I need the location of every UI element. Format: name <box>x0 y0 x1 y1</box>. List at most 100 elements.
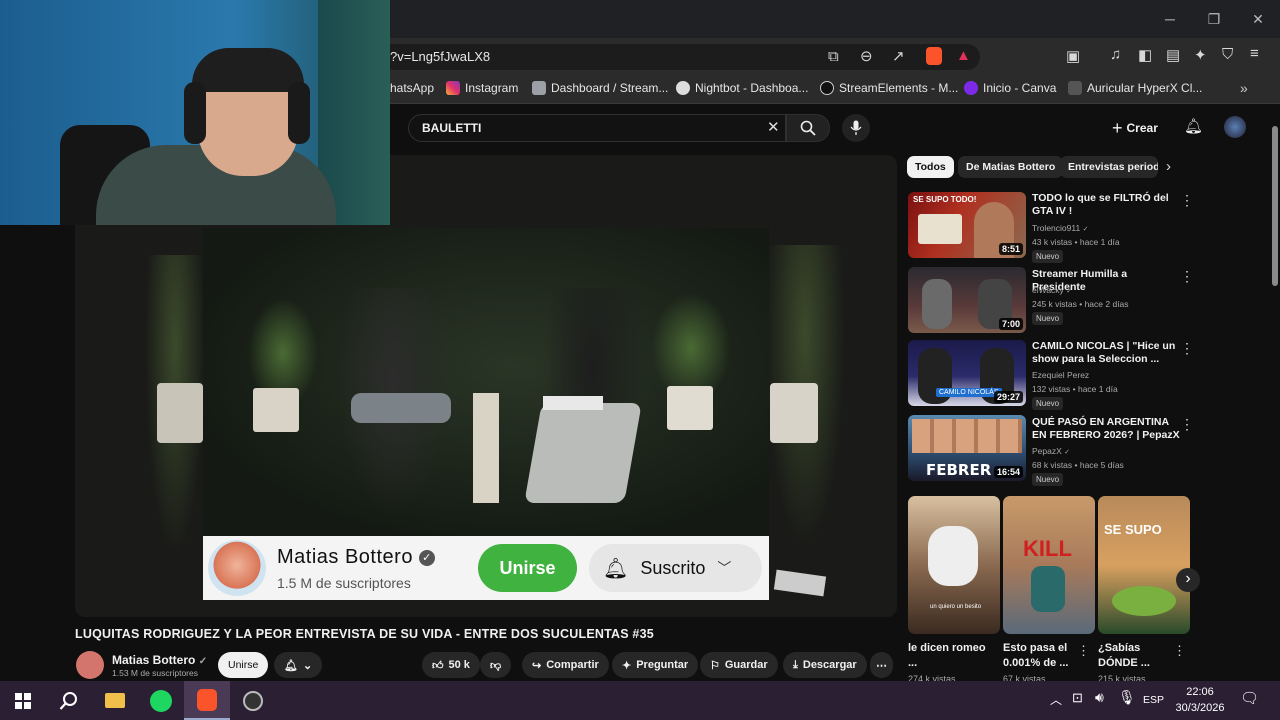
share-icon: ↪ <box>532 659 542 672</box>
gta-logo-icon <box>918 214 962 244</box>
scrollbar-thumb[interactable] <box>1272 126 1278 286</box>
dislike-button[interactable]: 👎︎ <box>480 652 512 678</box>
menu-icon[interactable]: ≡ <box>1250 45 1259 62</box>
folder-icon <box>105 693 125 708</box>
obs-taskbar-button[interactable] <box>230 681 276 720</box>
video-thumbnail[interactable]: SE SUPO TODO! 8:51 <box>908 192 1026 258</box>
ask-button[interactable]: ✦ Preguntar <box>612 652 699 678</box>
start-button[interactable] <box>0 681 46 720</box>
short-title[interactable]: Esto pasa el 0.001% de ... <box>1003 641 1075 671</box>
video-title: LUQUITAS RODRIGUEZ Y LA PEOR ENTREVISTA … <box>75 627 654 641</box>
brave-rewards-icon[interactable]: ▲ <box>956 47 971 64</box>
brave-taskbar-button[interactable] <box>184 681 230 720</box>
system-clock[interactable]: 22:06 30/3/2026 <box>1172 684 1228 716</box>
close-window-button[interactable]: ✕ <box>1236 0 1280 38</box>
search-value[interactable]: BAULETTI <box>422 121 481 135</box>
microphone-icon[interactable]: 🎙︎ <box>1118 689 1136 706</box>
video-channel[interactable]: PepazX ✓ <box>1032 446 1070 456</box>
chip-from-channel[interactable]: De Matias Bottero <box>958 156 1064 178</box>
music-icon[interactable]: ♫ <box>1110 46 1121 63</box>
paper-decoration <box>773 569 827 597</box>
canva-icon <box>964 81 978 95</box>
bookmark-nightbot[interactable]: Nightbot - Dashboa... <box>676 81 808 95</box>
save-button[interactable]: ⚐ Guardar <box>700 652 778 678</box>
new-badge: Nuevo <box>1032 250 1064 263</box>
account-avatar[interactable] <box>1224 116 1246 138</box>
faces-collage <box>912 419 1022 453</box>
bookmark-hyperx[interactable]: Auricular HyperX Cl... <box>1068 81 1202 95</box>
video-thumbnail[interactable]: CAMILO NICOLÁS 29:27 <box>908 340 1026 406</box>
plus-icon: + <box>1112 117 1123 138</box>
verified-icon: ✓ <box>1082 226 1089 233</box>
more-bookmarks-icon[interactable]: » <box>1240 80 1248 96</box>
bookmark-streamelements[interactable]: StreamElements - M... <box>820 81 958 95</box>
chip-all[interactable]: Todos <box>907 156 954 178</box>
short-thumbnail[interactable]: KILL <box>1003 496 1095 634</box>
notifications-bell-icon[interactable]: 🔔︎ <box>1184 117 1203 135</box>
short-title[interactable]: ¿Sabías DÓNDE ... <box>1098 641 1170 671</box>
bookmark-dashboard-stream[interactable]: Dashboard / Stream... <box>532 81 668 95</box>
search-taskbar-button[interactable] <box>46 681 92 720</box>
video-channel[interactable]: Trolencio911 ✓ <box>1032 223 1088 233</box>
video-meta: 43 k vistas • hace 1 día <box>1032 237 1120 247</box>
bookmark-canva[interactable]: Inicio - Canva <box>964 81 1056 95</box>
language-indicator[interactable]: ESP <box>1143 694 1164 706</box>
leo-ai-icon[interactable]: ✦ <box>1194 46 1207 64</box>
sidebar-icon[interactable]: ▣ <box>1066 47 1080 65</box>
voice-search-button[interactable] <box>842 114 870 142</box>
minimize-button[interactable]: ─ <box>1148 0 1192 38</box>
short-thumbnail[interactable]: SE SUPO <box>1098 496 1190 634</box>
chip-interviews[interactable]: Entrevistas period <box>1060 156 1158 178</box>
video-thumbnail[interactable]: 7:00 <box>908 267 1026 333</box>
shorts-next-icon[interactable]: › <box>1176 568 1200 592</box>
url-text[interactable]: ?v=Lng5fJwaLX8 <box>390 49 490 64</box>
notification-center-icon[interactable]: 🗨︎ <box>1240 689 1259 707</box>
cast-icon[interactable]: ⧉ <box>828 48 839 65</box>
channel-name[interactable]: Matias Bottero ✓ <box>112 653 207 667</box>
video-thumbnail[interactable]: FEBRER 16:54 <box>908 415 1026 481</box>
vpn-icon[interactable]: ⛉ <box>1222 46 1233 63</box>
more-vertical-icon[interactable]: ⋮ <box>1180 268 1194 285</box>
network-icon[interactable]: ⊡ <box>1072 690 1083 706</box>
more-vertical-icon[interactable]: ⋮ <box>1180 416 1194 433</box>
overlay-channel-avatar <box>208 540 266 596</box>
like-button[interactable]: 👍︎ 50 k <box>422 652 480 678</box>
video-title[interactable]: TODO lo que se FILTRÓ del GTA IV ! <box>1032 192 1180 218</box>
share-icon[interactable]: ↗ <box>892 47 905 65</box>
bookmark-whatsapp[interactable]: hatsApp <box>390 81 434 95</box>
wallet-icon[interactable]: ▤ <box>1166 46 1180 64</box>
more-actions-button[interactable]: ⋯ <box>870 652 893 678</box>
short-thumbnail[interactable]: un quiero un besito <box>908 496 1000 634</box>
more-vertical-icon[interactable]: ⋮ <box>1173 643 1186 659</box>
more-vertical-icon[interactable]: ⋮ <box>1077 643 1090 659</box>
brave-shields-icon[interactable] <box>926 47 942 65</box>
video-meta: 68 k vistas • hace 5 días <box>1032 460 1124 470</box>
video-channel[interactable]: Ezequiel Perez <box>1032 370 1089 380</box>
more-vertical-icon[interactable]: ⋮ <box>1180 192 1194 209</box>
video-title[interactable]: CAMILO NICOLAS | "Hice un show para la S… <box>1032 340 1180 366</box>
notification-settings-button[interactable]: 🔔︎ ⌄ <box>274 652 323 678</box>
download-button[interactable]: ⤓ Descargar <box>783 652 867 678</box>
join-button[interactable]: Unirse <box>218 652 269 678</box>
page-scrollbar[interactable] <box>1270 104 1280 681</box>
thumbs-up-icon: 👍︎ <box>432 659 444 672</box>
chips-next-icon[interactable]: › <box>1166 158 1171 175</box>
tray-expand-icon[interactable]: ︿ <box>1050 691 1062 708</box>
channel-avatar[interactable] <box>76 651 104 679</box>
create-button[interactable]: + Crear <box>1112 116 1158 140</box>
video-channel[interactable]: elWacky ✓ <box>1032 285 1072 295</box>
bookmark-instagram[interactable]: Instagram <box>446 81 518 95</box>
video-title[interactable]: QUÉ PASÓ EN ARGENTINA EN FEBRERO 2026? |… <box>1032 416 1180 442</box>
more-vertical-icon[interactable]: ⋮ <box>1180 340 1194 357</box>
search-button[interactable] <box>786 114 830 142</box>
share-button[interactable]: ↪ Compartir <box>522 652 609 678</box>
volume-icon[interactable]: 🔊︎ <box>1095 689 1104 706</box>
person-left-shorts <box>351 393 451 423</box>
restore-button[interactable]: ❐ <box>1192 0 1236 38</box>
zoom-icon[interactable]: ⊖ <box>860 47 873 65</box>
clear-search-icon[interactable]: ✕ <box>767 118 780 136</box>
short-title[interactable]: le dicen romeo ... <box>908 641 988 671</box>
spotify-button[interactable] <box>138 681 184 720</box>
file-explorer-button[interactable] <box>92 681 138 720</box>
split-view-icon[interactable]: ◧ <box>1138 46 1152 64</box>
